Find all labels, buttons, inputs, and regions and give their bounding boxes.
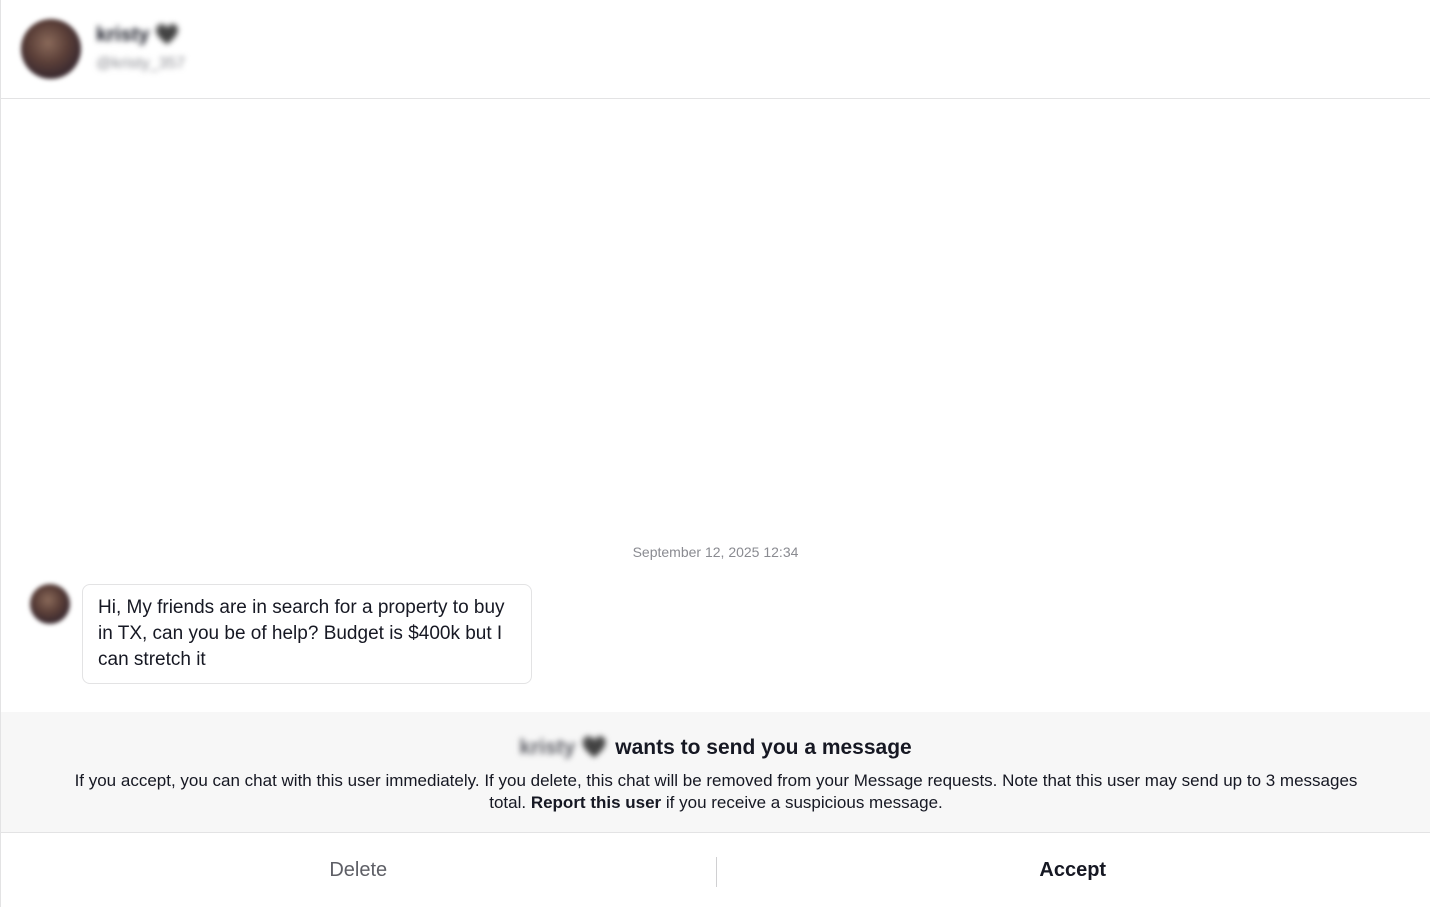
request-actions: Delete Accept bbox=[1, 833, 1430, 907]
request-description: If you accept, you can chat with this us… bbox=[61, 770, 1371, 814]
user-display-name[interactable]: kristy 🖤 bbox=[96, 22, 180, 47]
sender-avatar[interactable] bbox=[30, 584, 70, 624]
request-body-suffix: if you receive a suspicious message. bbox=[665, 793, 943, 812]
message-timestamp: September 12, 2025 12:34 bbox=[632, 544, 799, 560]
chat-header: kristy 🖤 @kristy_357 bbox=[1, 0, 1430, 99]
message-request-panel: kristy 🖤 wants to send you a message If y… bbox=[1, 712, 1430, 833]
avatar[interactable] bbox=[21, 19, 81, 79]
request-title-text: wants to send you a message bbox=[615, 736, 912, 759]
delete-button[interactable]: Delete bbox=[1, 833, 716, 907]
user-handle[interactable]: @kristy_357 bbox=[96, 55, 185, 73]
request-sender-name: kristy 🖤 bbox=[519, 736, 608, 759]
request-title: kristy 🖤 wants to send you a message bbox=[1, 736, 1430, 760]
accept-button[interactable]: Accept bbox=[716, 833, 1430, 907]
chat-window: kristy 🖤 @kristy_357 September 12, 2025 … bbox=[0, 0, 1430, 907]
message-bubble: Hi, My friends are in search for a prope… bbox=[82, 584, 532, 684]
report-user-link[interactable]: Report this user bbox=[531, 793, 661, 812]
